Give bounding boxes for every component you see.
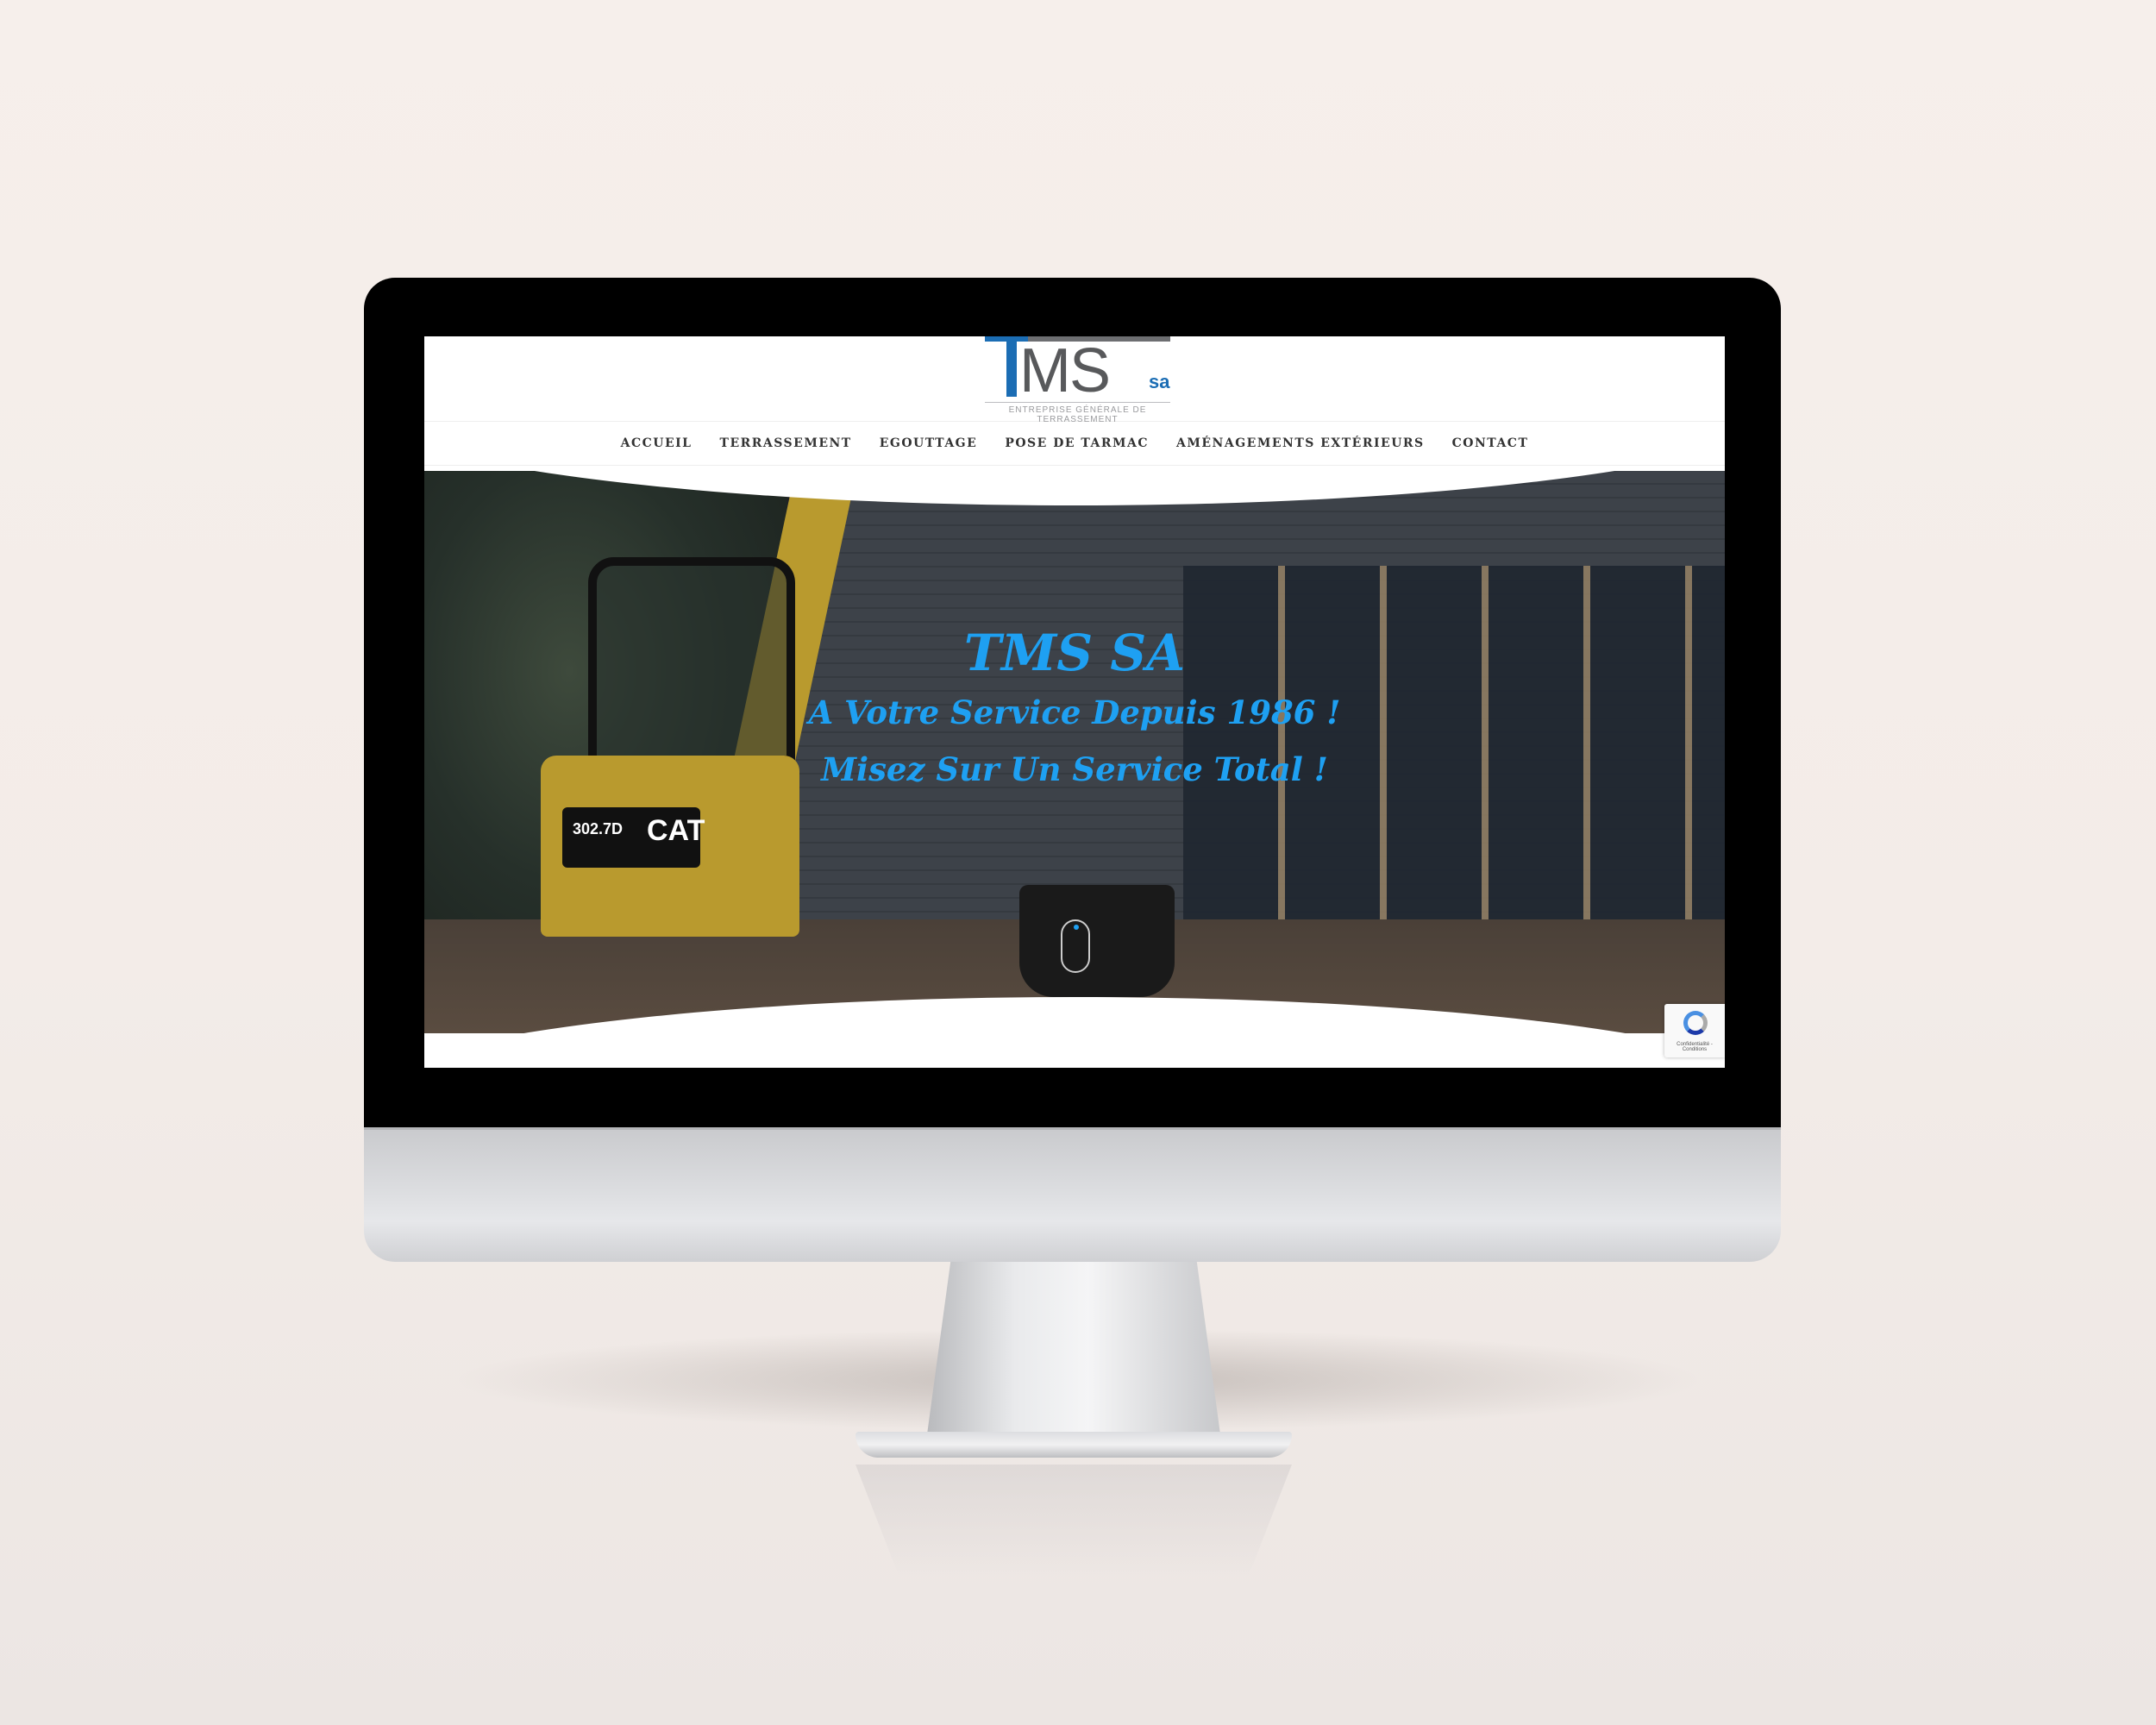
excavator-bucket (1019, 885, 1175, 997)
stand-reflection (856, 1465, 1292, 1577)
nav-item-accueil[interactable]: ACCUEIL (621, 436, 693, 450)
monitor-chin (364, 1127, 1781, 1262)
scroll-dot (1074, 925, 1079, 930)
hero-tagline-2: Misez Sur Un Service Total ! (821, 750, 1328, 788)
monitor-stand-neck (927, 1262, 1220, 1434)
logo-t-mark (1006, 336, 1017, 397)
main-nav: ACCUEIL TERRASSEMENT EGOUTTAGE POSE DE T… (424, 421, 1725, 466)
nav-item-contact[interactable]: CONTACT (1452, 436, 1529, 450)
logo-tagline: ENTREPRISE GÉNÉRALE DE TERRASSEMENT (1008, 405, 1147, 424)
nav-item-egouttage[interactable]: EGOUTTAGE (880, 436, 978, 450)
hero-tagline-1: A Votre Service Depuis 1986 ! (808, 693, 1341, 731)
site-header: MS sa ENTREPRISE GÉNÉRALE DE TERRASSEMEN… (424, 336, 1725, 424)
nav-item-pose-de-tarmac[interactable]: POSE DE TARMAC (1005, 436, 1149, 450)
excavator-model-label: 302.7D (573, 820, 624, 837)
excavator-brand-logo: CAT (647, 814, 705, 847)
recaptcha-badge[interactable]: Confidentialité - Conditions (1664, 1004, 1725, 1057)
recaptcha-icon (1683, 1011, 1708, 1035)
hero-banner: 302.7D CAT TMS SA A Votre Service Depuis… (424, 471, 1725, 1033)
site-logo[interactable]: MS sa ENTREPRISE GÉNÉRALE DE TERRASSEMEN… (985, 336, 1170, 424)
website-screen: MS sa ENTREPRISE GÉNÉRALE DE TERRASSEMEN… (424, 336, 1725, 1068)
monitor-stand-base (856, 1432, 1292, 1458)
hero-text: TMS SA A Votre Service Depuis 1986 ! Mis… (424, 622, 1725, 798)
logo-wordmark: MS (1019, 336, 1111, 405)
hero-title: TMS SA (963, 624, 1186, 682)
nav-item-terrassement[interactable]: TERRASSEMENT (720, 436, 852, 450)
logo-suffix: sa (1149, 371, 1170, 392)
nav-item-amenagements-exterieurs[interactable]: AMÉNAGEMENTS EXTÉRIEURS (1176, 436, 1425, 450)
scroll-down-indicator[interactable] (1061, 919, 1090, 973)
logo-divider (985, 402, 1170, 403)
recaptcha-links[interactable]: Confidentialité - Conditions (1667, 1042, 1722, 1052)
